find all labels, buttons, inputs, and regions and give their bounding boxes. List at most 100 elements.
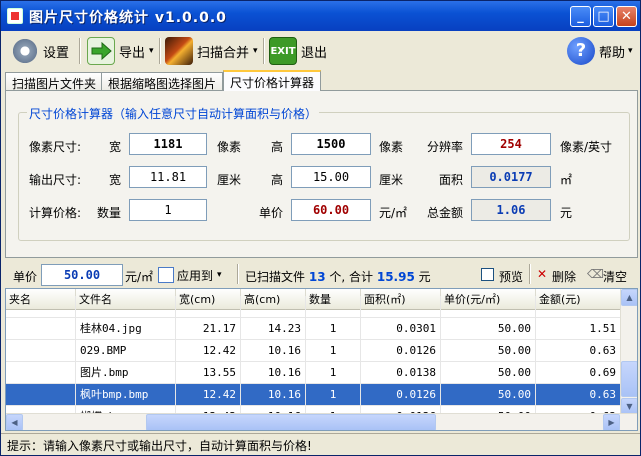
help-button[interactable]: ? 帮助 ▾	[567, 35, 633, 67]
export-dropdown-icon[interactable]: ▾	[149, 46, 154, 56]
table-row[interactable]: 029.BMP 12.42 10.16 1 0.0126 50.00 0.63	[6, 340, 621, 362]
scan-merge-button[interactable]: 扫描合并 ▾	[165, 35, 258, 67]
close-button[interactable]: ✕	[616, 6, 637, 27]
cell-area: 0.0138	[361, 362, 441, 384]
pixel-size-label: 像素尺寸:	[29, 140, 82, 154]
cell-height: 14.23	[241, 318, 306, 340]
output-height-label: 高	[271, 173, 284, 187]
cell-filename: 图片.bmp	[76, 362, 176, 384]
price-unit-label: 元/㎡	[379, 206, 408, 220]
tab-thumbnail-select[interactable]: 根据缩略图选择图片	[101, 72, 224, 91]
minimize-button[interactable]: _	[570, 6, 591, 27]
tab-size-price-calculator[interactable]: 尺寸价格计算器	[223, 70, 322, 91]
settings-label: 设置	[43, 45, 70, 61]
summary-toolbar: 单价 50.00 元/㎡ 应用到 ▾ 已扫描文件 13 个, 合计 15.95 …	[5, 263, 638, 287]
apply-to-label: 应用到	[177, 268, 214, 283]
quantity-input[interactable]: 1	[129, 199, 207, 221]
export-button[interactable]: 导出 ▾	[87, 35, 154, 67]
area-label: 面积	[439, 173, 464, 187]
batch-unit-price-input[interactable]: 50.00	[41, 264, 123, 286]
cell-width: 12.42	[176, 384, 241, 406]
table-row[interactable]: 桂林04.jpg 21.17 14.23 1 0.0301 50.00 1.51	[6, 318, 621, 340]
scan-image-icon	[165, 37, 193, 65]
help-icon: ?	[567, 37, 595, 65]
cell-folder	[6, 318, 76, 340]
scanned-total: 15.95	[376, 270, 415, 284]
scroll-up-button[interactable]: ▲	[621, 289, 637, 306]
apply-to-button[interactable]: 应用到 ▾	[158, 259, 222, 291]
help-label: 帮助	[599, 45, 626, 61]
area-unit-label: ㎡	[560, 173, 573, 187]
cell-amount: 0.63	[536, 384, 621, 406]
title-bar: 图片尺寸价格统计 v1.0.0.0 _ □ ✕	[1, 1, 640, 31]
output-size-label: 输出尺寸:	[29, 173, 82, 187]
batch-unit-price-label: 单价	[13, 270, 38, 284]
cell-folder	[6, 296, 76, 318]
table-row[interactable]: 枫叶bmp.bmp 12.42 10.16 1 0.0126 50.00 0.63	[6, 384, 621, 406]
apply-to-dropdown-icon[interactable]: ▾	[217, 270, 222, 280]
main-window: 图片尺寸价格统计 v1.0.0.0 _ □ ✕ 设置 导出 ▾ 扫描合并 ▾ E…	[0, 0, 641, 456]
cell-width	[176, 296, 241, 318]
scan-merge-dropdown-icon[interactable]: ▾	[253, 46, 258, 56]
pixel-height-input[interactable]: 1500	[291, 133, 371, 155]
cell-area: 0.0126	[361, 384, 441, 406]
cell-folder	[6, 384, 76, 406]
total-label: 总金额	[427, 206, 464, 220]
maximize-button[interactable]: □	[593, 6, 614, 27]
output-width-input[interactable]: 11.81	[129, 166, 207, 188]
total-output: 1.06	[471, 199, 551, 221]
hscroll-thumb[interactable]	[146, 414, 436, 430]
clear-button[interactable]: 清空	[603, 268, 627, 285]
scroll-right-button[interactable]: ▶	[603, 414, 620, 430]
exit-button[interactable]: EXIT 退出	[269, 35, 327, 67]
pixel-width-label: 宽	[109, 140, 122, 154]
status-bar: 提示：请输入像素尺寸或输出尺寸，自动计算面积与价格!	[1, 433, 640, 455]
scan-merge-label: 扫描合并	[197, 45, 250, 61]
cell-filename: 枫叶bmp.bmp	[76, 384, 176, 406]
cell-unit-price: 50.00	[441, 362, 536, 384]
pixel-width-input[interactable]: 1181	[129, 133, 207, 155]
file-grid: 夹名 文件名 宽(cm) 高(cm) 数量 面积(㎡) 单价(元/㎡) 金额(元…	[5, 288, 638, 431]
scanned-suffix: 元	[418, 270, 431, 284]
scanned-summary: 已扫描文件 13 个, 合计 15.95 元	[245, 268, 431, 285]
gear-icon	[11, 37, 39, 65]
cell-qty: 1	[306, 340, 361, 362]
output-height-unit-label: 厘米	[379, 173, 404, 187]
cell-height	[241, 296, 306, 318]
grid-horizontal-scrollbar[interactable]: ◀ ▶	[6, 413, 637, 430]
delete-button[interactable]: 删除	[552, 268, 576, 285]
preview-checkbox[interactable]	[481, 268, 494, 281]
table-row[interactable]	[6, 296, 621, 318]
area-output: 0.0177	[471, 166, 551, 188]
cell-filename	[76, 296, 176, 318]
cell-height: 10.16	[241, 384, 306, 406]
scroll-left-button[interactable]: ◀	[6, 414, 23, 430]
output-width-unit-label: 厘米	[217, 173, 242, 187]
cell-filename: 029.BMP	[76, 340, 176, 362]
preview-label[interactable]: 预览	[499, 268, 523, 285]
calculator-pane: 尺寸价格计算器（输入任意尺寸自动计算面积与价格） 像素尺寸: 宽 1181 像素…	[5, 90, 638, 258]
output-height-input[interactable]: 15.00	[291, 166, 371, 188]
scroll-thumb[interactable]	[621, 361, 637, 397]
export-arrow-icon	[87, 37, 115, 65]
exit-icon: EXIT	[269, 37, 297, 65]
help-dropdown-icon[interactable]: ▾	[628, 46, 633, 56]
grid-vertical-scrollbar[interactable]: ▲ ▼	[620, 289, 637, 415]
quantity-label: 数量	[97, 206, 122, 220]
resolution-input[interactable]: 254	[471, 133, 551, 155]
scanned-count: 13	[308, 270, 326, 284]
pixel-height-label: 高	[271, 140, 284, 154]
cell-qty	[306, 296, 361, 318]
pixel-height-unit-label: 像素	[379, 140, 404, 154]
cell-amount: 1.51	[536, 318, 621, 340]
pixel-unit-label: 像素	[217, 140, 242, 154]
cell-amount: 0.63	[536, 340, 621, 362]
cell-height: 10.16	[241, 340, 306, 362]
tab-scan-folder[interactable]: 扫描图片文件夹	[5, 72, 104, 91]
unit-price-input[interactable]: 60.00	[291, 199, 371, 221]
table-row[interactable]: 图片.bmp 13.55 10.16 1 0.0138 50.00 0.69	[6, 362, 621, 384]
export-label: 导出	[119, 45, 146, 61]
cell-qty: 1	[306, 362, 361, 384]
cell-folder	[6, 362, 76, 384]
settings-button[interactable]: 设置	[11, 35, 69, 67]
